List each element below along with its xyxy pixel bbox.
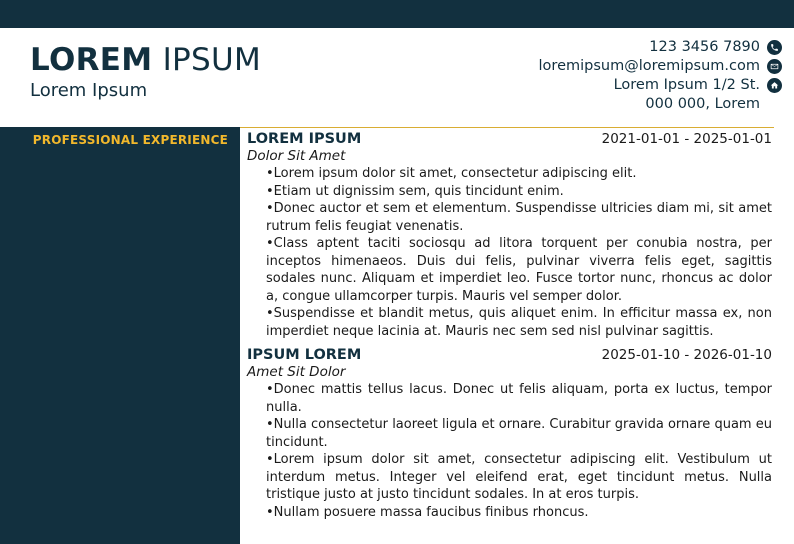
bullet-item: Lorem ipsum dolor sit amet, consectetur … <box>266 165 772 183</box>
job-header: IPSUM LOREM 2025-01-10 - 2026-01-10 <box>247 343 772 364</box>
job-header: LOREM IPSUM 2021-01-01 - 2025-01-01 <box>247 127 772 148</box>
job-title: IPSUM LOREM <box>247 347 362 363</box>
contact-phone: 123 3456 7890 <box>539 38 782 57</box>
sidebar: PROFESSIONAL EXPERIENCE <box>0 127 240 544</box>
job-dates: 2021-01-01 - 2025-01-01 <box>601 131 772 147</box>
bullet-item: Nullam posuere massa faucibus finibus rh… <box>266 504 772 522</box>
address-line1-text: Lorem Ipsum 1/2 St. <box>613 77 760 93</box>
top-band <box>0 0 794 28</box>
contact-block: 123 3456 7890 loremipsum@loremipsum.com … <box>539 38 782 114</box>
job-bullets: Lorem ipsum dolor sit amet, consectetur … <box>247 165 772 340</box>
phone-text: 123 3456 7890 <box>649 39 760 55</box>
address-line2-text: 000 000, Lorem <box>645 96 760 112</box>
bullet-item: Lorem ipsum dolor sit amet, consectetur … <box>266 451 772 504</box>
job-entry: IPSUM LOREM 2025-01-10 - 2026-01-10 Amet… <box>247 343 772 521</box>
name-bold: LOREM <box>30 42 153 78</box>
contact-email: loremipsum@loremipsum.com <box>539 57 782 76</box>
resume-header: LOREM IPSUM Lorem Ipsum 123 3456 7890 lo… <box>0 28 794 127</box>
person-subtitle: Lorem Ipsum <box>30 80 148 101</box>
name-light: IPSUM <box>162 42 262 78</box>
icon-spacer <box>767 97 782 112</box>
contact-address-line2: 000 000, Lorem <box>539 95 782 114</box>
envelope-icon <box>767 59 782 74</box>
job-company: Amet Sit Dolor <box>247 364 346 380</box>
bullet-item: Donec auctor et sem et elementum. Suspen… <box>266 200 772 235</box>
bullet-item: Etiam ut dignissim sem, quis tincidunt e… <box>266 183 772 201</box>
experience-section: LOREM IPSUM 2021-01-01 - 2025-01-01 Dolo… <box>240 127 774 521</box>
contact-address-line1: Lorem Ipsum 1/2 St. <box>539 76 782 95</box>
bullet-item: Suspendisse et blandit metus, quis aliqu… <box>266 305 772 340</box>
home-icon <box>767 78 782 93</box>
job-dates: 2025-01-10 - 2026-01-10 <box>601 347 772 363</box>
person-name: LOREM IPSUM <box>30 41 261 79</box>
job-bullets: Donec mattis tellus lacus. Donec ut feli… <box>247 381 772 521</box>
job-entry: LOREM IPSUM 2021-01-01 - 2025-01-01 Dolo… <box>247 127 772 340</box>
bullet-item: Class aptent taciti sociosqu ad litora t… <box>266 235 772 305</box>
job-title: LOREM IPSUM <box>247 131 362 147</box>
bullet-item: Nulla consectetur laoreet ligula et orna… <box>266 416 772 451</box>
section-title-experience: PROFESSIONAL EXPERIENCE <box>32 133 228 147</box>
job-company: Dolor Sit Amet <box>247 148 346 164</box>
email-text: loremipsum@loremipsum.com <box>538 58 760 74</box>
bullet-item: Donec mattis tellus lacus. Donec ut feli… <box>266 381 772 416</box>
phone-icon <box>767 40 782 55</box>
